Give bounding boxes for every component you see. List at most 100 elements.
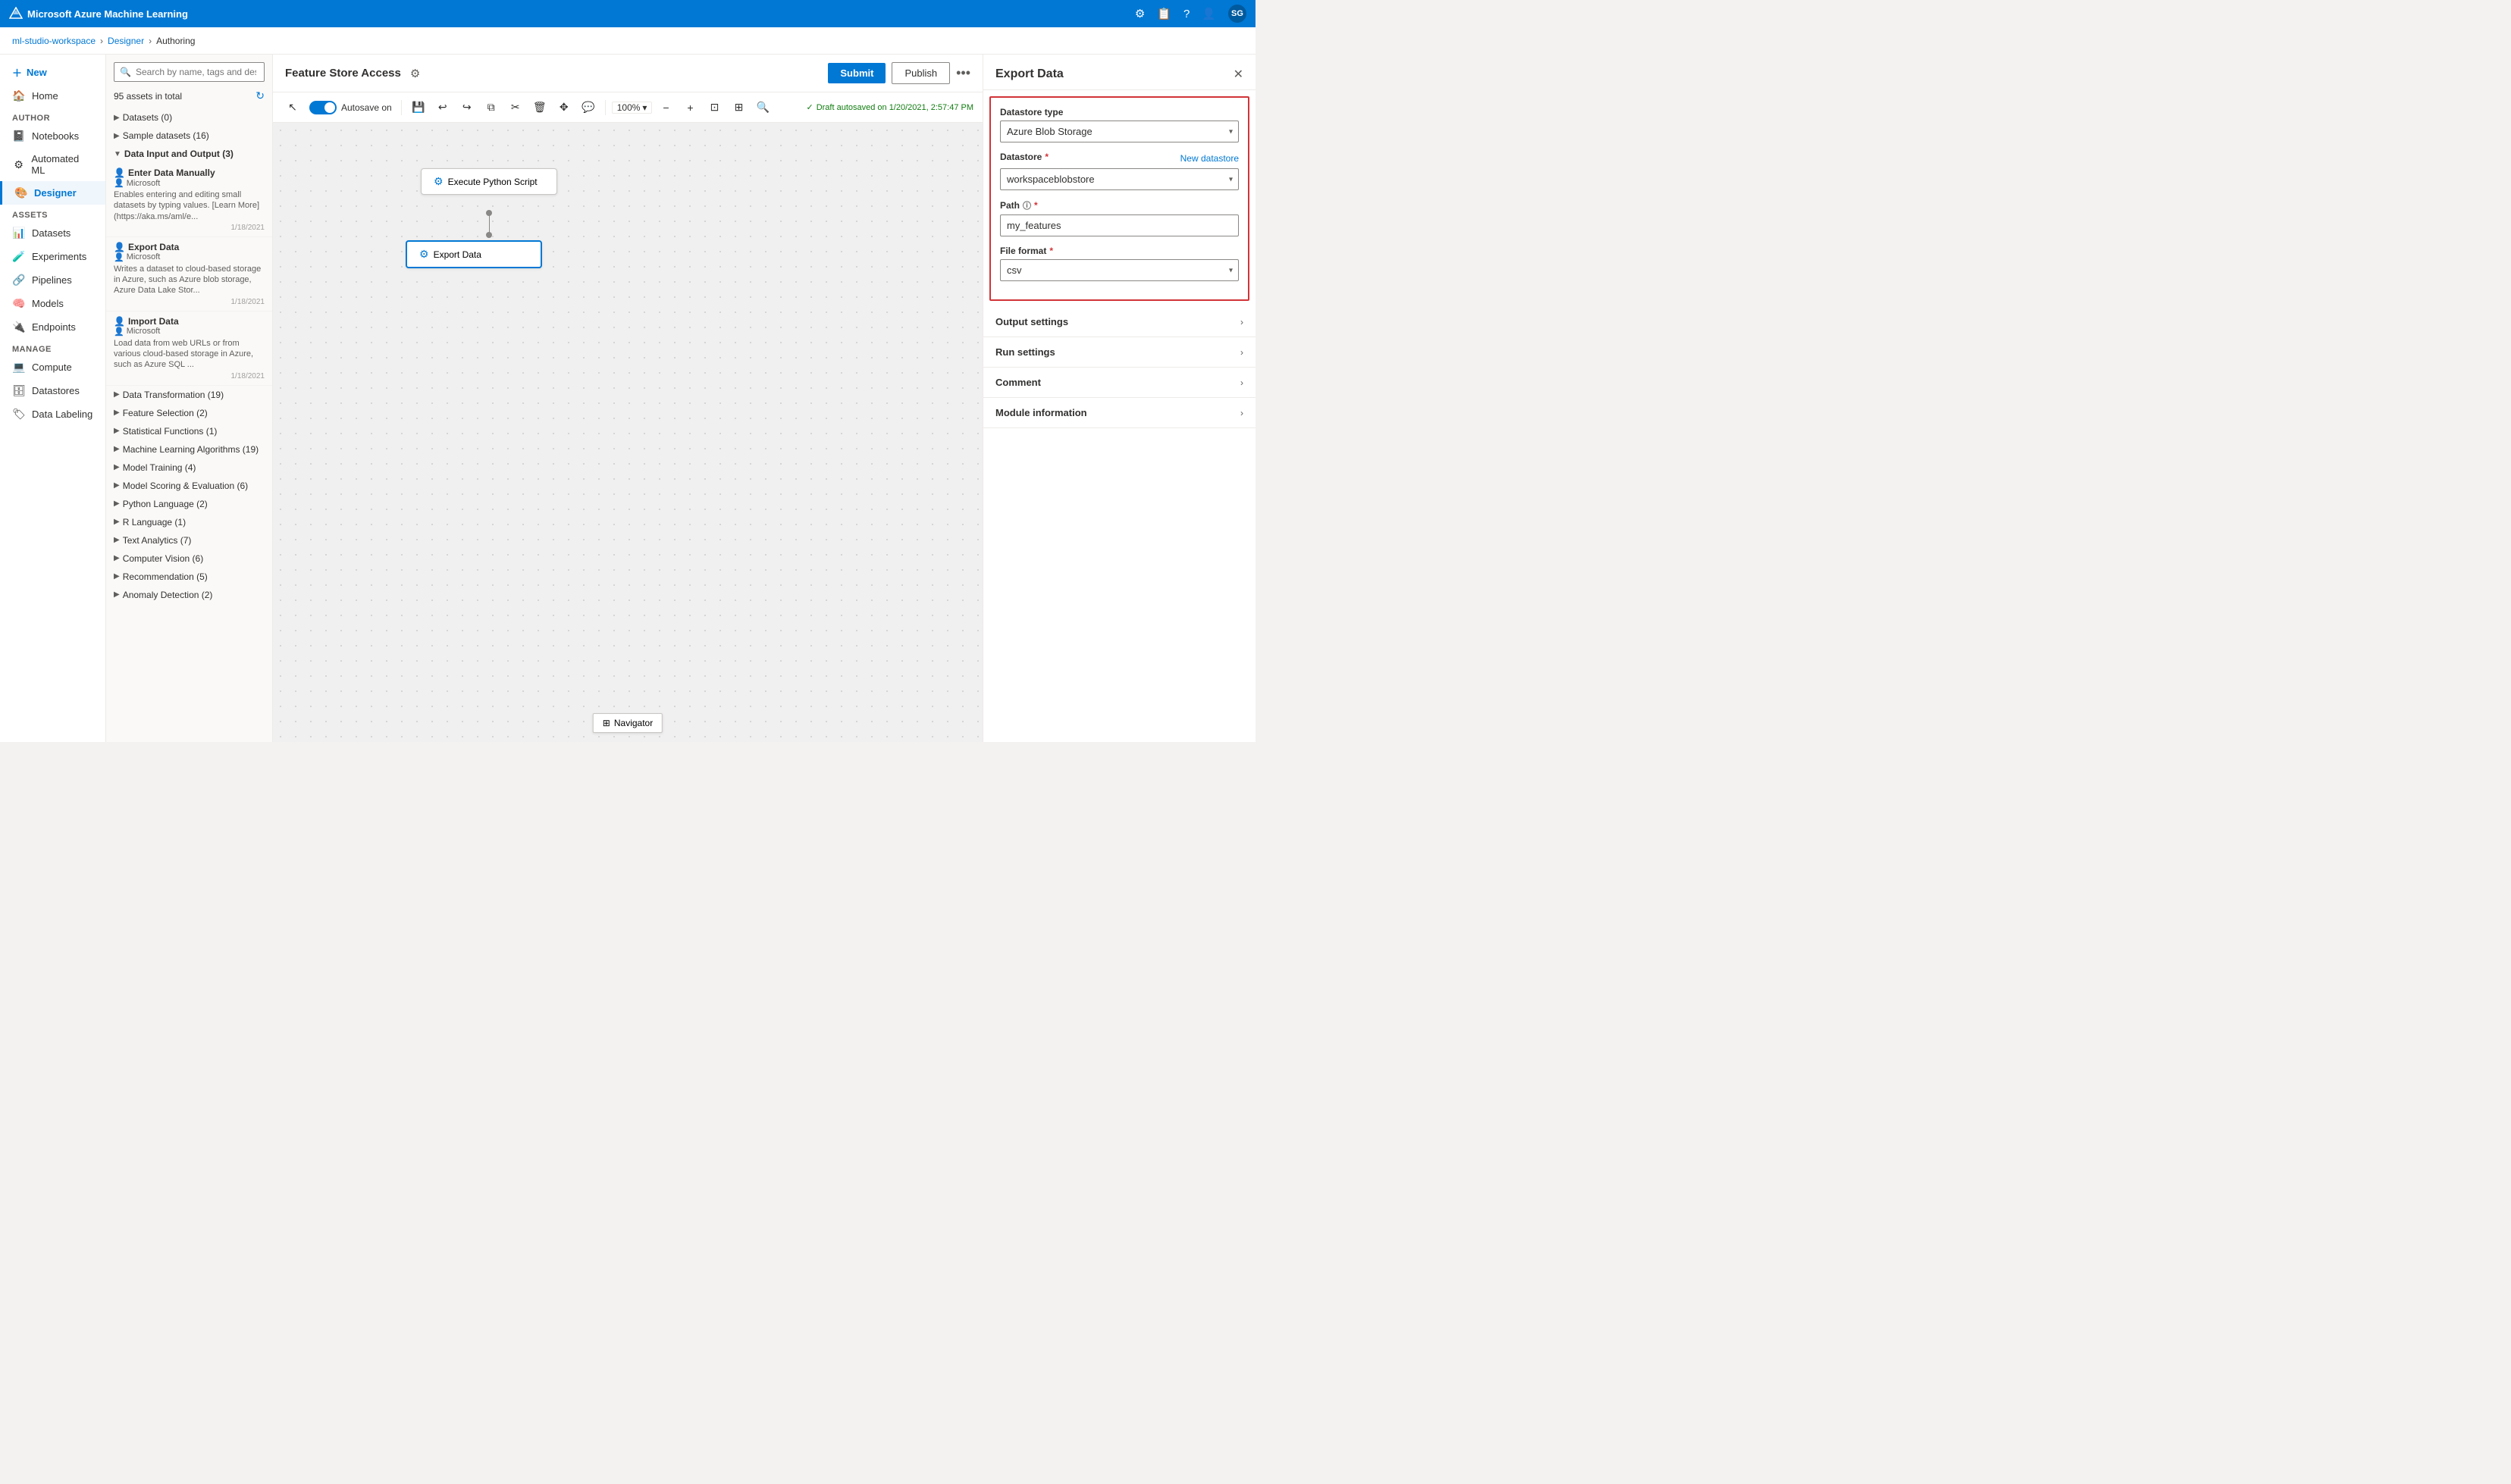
sidebar-item-datastores[interactable]: 🗄 Datastores (0, 379, 105, 402)
navigator-label: Navigator (614, 718, 653, 728)
publish-button[interactable]: Publish (892, 62, 950, 84)
module-information-section[interactable]: Module information › (983, 398, 1256, 428)
navigator-button[interactable]: ⊞ Navigator (593, 713, 663, 733)
asset-enter-data-manually[interactable]: 👤 Enter Data Manually 👤 Microsoft Enable… (106, 163, 272, 237)
autosave-switch[interactable] (309, 101, 337, 114)
module-information-label: Module information (995, 407, 1087, 418)
pipeline-settings-icon[interactable]: ⚙ (410, 67, 420, 80)
category-recommendation[interactable]: ▶ Recommendation (5) (106, 568, 272, 586)
autosave-toggle[interactable]: Autosave on (309, 101, 392, 114)
sidebar-item-data-labeling[interactable]: 🏷 Data Labeling (0, 402, 105, 426)
required-indicator: * (1034, 200, 1038, 211)
datastore-type-group: Datastore type Azure Blob Storage Azure … (1000, 107, 1239, 142)
sidebar-item-home[interactable]: 🏠 Home (0, 84, 105, 108)
file-format-select[interactable]: csv parquet tsv json (1000, 259, 1239, 281)
module-icon: ⚙ (434, 175, 444, 188)
sidebar-item-experiments[interactable]: 🧪 Experiments (0, 245, 105, 268)
sidebar-item-designer[interactable]: 🎨 Designer (0, 181, 105, 205)
category-r-language[interactable]: ▶ R Language (1) (106, 513, 272, 531)
category-text-analytics[interactable]: ▶ Text Analytics (7) (106, 531, 272, 549)
sidebar-item-notebooks[interactable]: 📓 Notebooks (0, 124, 105, 148)
move-button[interactable]: ✥ (553, 97, 575, 118)
copy-button[interactable]: ⧉ (481, 97, 502, 118)
datastore-select[interactable]: workspaceblobstore (1000, 168, 1239, 190)
chevron-right-icon: ▶ (114, 427, 120, 435)
save-button[interactable]: 💾 (408, 97, 429, 118)
sidebar-item-pipelines[interactable]: 🔗 Pipelines (0, 268, 105, 292)
search-input[interactable] (114, 62, 265, 82)
execute-python-module[interactable]: ⚙ Execute Python Script (421, 168, 557, 195)
right-panel: Export Data ✕ Datastore type Azure Blob … (983, 55, 1256, 742)
asset-date: 1/18/2021 (114, 224, 265, 232)
datastore-type-select[interactable]: Azure Blob Storage Azure Data Lake Stora… (1000, 121, 1239, 142)
asset-author: 👤 Microsoft (114, 327, 265, 337)
category-ml-algorithms[interactable]: ▶ Machine Learning Algorithms (19) (106, 440, 272, 459)
sidebar-item-compute[interactable]: 💻 Compute (0, 355, 105, 379)
new-button[interactable]: ＋ New (0, 61, 105, 84)
comment-button[interactable]: 💬 (578, 97, 599, 118)
category-anomaly-detection[interactable]: ▶ Anomaly Detection (2) (106, 586, 272, 604)
datastores-icon: 🗄 (12, 384, 26, 397)
cut-button[interactable]: ✂ (505, 97, 526, 118)
category-data-input-output[interactable]: ▼ Data Input and Output (3) (106, 145, 272, 163)
asset-icon: 👤 (114, 167, 125, 178)
comment-section[interactable]: Comment › (983, 368, 1256, 398)
help-icon[interactable]: ? (1183, 8, 1190, 20)
breadcrumb-designer[interactable]: Designer (108, 36, 144, 46)
breadcrumb-workspace[interactable]: ml-studio-workspace (12, 36, 96, 46)
topbar: Microsoft Azure Machine Learning ⚙ 📋 ? 👤… (0, 0, 1256, 27)
sidebar-item-automated-ml[interactable]: ⚙ Automated ML (0, 148, 105, 181)
chevron-right-icon: ▶ (114, 390, 120, 399)
check-circle-icon: ✓ (806, 102, 813, 112)
avatar[interactable]: SG (1228, 5, 1246, 23)
category-sample-datasets[interactable]: ▶ Sample datasets (16) (106, 127, 272, 145)
asset-import-data[interactable]: 👤 Import Data 👤 Microsoft Load data from… (106, 312, 272, 386)
chevron-right-icon: ▶ (114, 499, 120, 508)
category-feature-selection[interactable]: ▶ Feature Selection (2) (106, 404, 272, 422)
output-settings-section[interactable]: Output settings › (983, 307, 1256, 337)
pipeline-title: Feature Store Access (285, 67, 401, 80)
undo-button[interactable]: ↩ (432, 97, 453, 118)
chevron-right-icon: ▶ (114, 536, 120, 544)
assets-count-row: 95 assets in total ↻ (106, 86, 272, 108)
sidebar-item-models[interactable]: 🧠 Models (0, 292, 105, 315)
category-computer-vision[interactable]: ▶ Computer Vision (6) (106, 549, 272, 568)
right-panel-title: Export Data (995, 67, 1064, 81)
category-python-language[interactable]: ▶ Python Language (2) (106, 495, 272, 513)
minimap-button[interactable]: ⊞ (728, 97, 749, 118)
select-tool-button[interactable]: ↖ (282, 97, 303, 118)
fit-view-button[interactable]: ⊡ (704, 97, 725, 118)
delete-button[interactable]: 🗑 (529, 97, 550, 118)
category-model-training[interactable]: ▶ Model Training (4) (106, 459, 272, 477)
zoom-out-button[interactable]: − (655, 97, 676, 118)
feedback-icon[interactable]: 📋 (1157, 7, 1171, 20)
canvas-content[interactable]: ⚙ Execute Python Script ⚙ Export Data ⊞ … (273, 123, 983, 742)
person-icon: 👤 (114, 178, 124, 188)
redo-button[interactable]: ↪ (456, 97, 478, 118)
category-statistical-functions[interactable]: ▶ Statistical Functions (1) (106, 422, 272, 440)
category-data-transformation[interactable]: ▶ Data Transformation (19) (106, 386, 272, 404)
path-input[interactable] (1000, 214, 1239, 236)
sidebar-item-endpoints[interactable]: 🔌 Endpoints (0, 315, 105, 339)
category-datasets[interactable]: ▶ Datasets (0) (106, 108, 272, 127)
submit-button[interactable]: Submit (828, 63, 886, 83)
more-options-button[interactable]: ••• (956, 65, 970, 81)
data-labeling-icon: 🏷 (12, 408, 26, 421)
autosave-text: Draft autosaved on 1/20/2021, 2:57:47 PM (817, 103, 973, 112)
asset-export-data[interactable]: 👤 Export Data 👤 Microsoft Writes a datas… (106, 237, 272, 312)
author-section-label: Author (0, 108, 105, 124)
close-panel-button[interactable]: ✕ (1234, 67, 1243, 82)
search-canvas-button[interactable]: 🔍 (752, 97, 773, 118)
export-data-module[interactable]: ⚙ Export Data (406, 240, 542, 268)
autosave-status: ✓ Draft autosaved on 1/20/2021, 2:57:47 … (806, 102, 973, 112)
refresh-button[interactable]: ↻ (255, 89, 265, 102)
category-model-scoring[interactable]: ▶ Model Scoring & Evaluation (6) (106, 477, 272, 495)
chevron-right-icon: ▶ (114, 481, 120, 490)
zoom-in-button[interactable]: + (679, 97, 701, 118)
settings-icon[interactable]: ⚙ (1135, 7, 1145, 20)
new-datastore-link[interactable]: New datastore (1180, 153, 1239, 164)
assets-count-text: 95 assets in total (114, 91, 182, 102)
run-settings-section[interactable]: Run settings › (983, 337, 1256, 368)
user-icon[interactable]: 👤 (1202, 7, 1216, 20)
sidebar-item-datasets[interactable]: 📊 Datasets (0, 221, 105, 245)
